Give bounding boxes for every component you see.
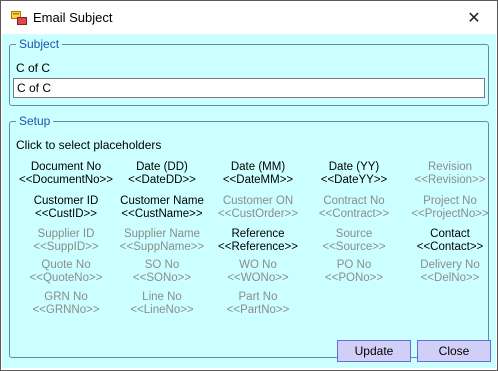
placeholder-customer-name[interactable]: Customer Name <<CustName>> [114, 195, 210, 221]
placeholder-code: <<LineNo>> [130, 304, 194, 316]
placeholder-code: <<SONo>> [132, 272, 192, 284]
placeholder-code: <<CustName>> [121, 208, 203, 220]
placeholder-code: <<Contact>> [416, 241, 484, 253]
placeholder-supplier-id: Supplier ID <<SuppID>> [18, 228, 114, 254]
placeholder-contact[interactable]: Contact <<Contact>> [402, 228, 498, 254]
placeholder-code: <<Source>> [322, 241, 386, 253]
placeholder-code: <<Contract>> [318, 208, 390, 220]
subject-input[interactable] [13, 78, 485, 98]
placeholder-code: <<Reference>> [218, 241, 298, 253]
placeholder-name: Supplier ID [37, 228, 95, 240]
placeholder-po-no: PO No <<PONo>> [306, 259, 402, 285]
placeholder-code: <<DateYY>> [320, 174, 388, 186]
placeholder-name: Date (MM) [230, 161, 286, 173]
placeholder-name: Delivery No [420, 259, 480, 271]
subject-group-legend: Subject [16, 37, 63, 51]
placeholder-code: <<PartNo>> [226, 304, 290, 316]
placeholder-part-no: Part No <<PartNo>> [210, 291, 306, 317]
placeholder-name: Document No [30, 161, 102, 173]
placeholder-grn-no: GRN No <<GRNNo>> [18, 291, 114, 317]
placeholder-date-dd[interactable]: Date (DD) <<DateDD>> [114, 161, 210, 187]
placeholder-name: Line No [142, 291, 182, 303]
placeholder-document-no[interactable]: Document No <<DocumentNo>> [18, 161, 114, 187]
placeholder-name: Contact [430, 228, 470, 240]
subject-preview-label: C of C [16, 61, 51, 75]
placeholder-source: Source <<Source>> [306, 228, 402, 254]
placeholder-name: Date (DD) [136, 161, 188, 173]
close-button[interactable]: Close [417, 340, 491, 362]
dialog-client-area: Subject C of C Setup Click to select pla… [2, 34, 496, 368]
placeholder-code: <<CustID>> [34, 208, 97, 220]
placeholder-name: SO No [144, 259, 180, 271]
placeholder-code: <<Revision>> [414, 174, 486, 186]
placeholder-code: <<WONo>> [227, 272, 289, 284]
placeholder-project-no: Project No <<ProjectNo>> [402, 195, 498, 221]
placeholder-name: Revision [427, 161, 473, 173]
setup-group: Setup Click to select placeholders Docum… [9, 114, 490, 359]
placeholder-code: <<DateDD>> [128, 174, 196, 186]
placeholder-name: GRN No [44, 291, 88, 303]
update-button[interactable]: Update [337, 340, 411, 362]
placeholder-wo-no: WO No <<WONo>> [210, 259, 306, 285]
placeholder-code: <<CustOrder>> [218, 208, 298, 220]
placeholder-quote-no: Quote No <<QuoteNo>> [18, 259, 114, 285]
placeholder-so-no: SO No <<SONo>> [114, 259, 210, 285]
placeholder-code: <<DateMM>> [222, 174, 294, 186]
placeholder-revision: Revision <<Revision>> [402, 161, 498, 187]
placeholder-customer-on: Customer ON <<CustOrder>> [210, 195, 306, 221]
placeholder-code: <<QuoteNo>> [29, 272, 103, 284]
placeholder-date-yy[interactable]: Date (YY) <<DateYY>> [306, 161, 402, 187]
placeholder-date-mm[interactable]: Date (MM) <<DateMM>> [210, 161, 306, 187]
placeholder-code: <<PONo>> [324, 272, 384, 284]
placeholder-line-no: Line No <<LineNo>> [114, 291, 210, 317]
placeholder-code: <<DelNo>> [420, 272, 480, 284]
app-window-icon [11, 11, 27, 25]
placeholder-name: Customer ON [222, 195, 294, 207]
placeholder-name: Customer Name [120, 195, 204, 207]
placeholder-name: Source [335, 228, 373, 240]
placeholder-name: Project No [423, 195, 477, 207]
title-bar[interactable]: Email Subject ✕ [1, 1, 497, 34]
subject-group: Subject C of C [9, 37, 489, 106]
placeholder-code: <<GRNNo>> [32, 304, 100, 316]
placeholder-code: <<SuppID>> [33, 241, 99, 253]
placeholder-name: Reference [231, 228, 285, 240]
placeholder-name: Part No [238, 291, 278, 303]
placeholder-grid: Document No <<DocumentNo>> Date (DD) <<Date… [10, 122, 490, 359]
placeholder-name: Quote No [41, 259, 91, 271]
placeholder-contract-no: Contract No <<Contract>> [306, 195, 402, 221]
window-title: Email Subject [33, 10, 113, 25]
placeholder-name: Supplier Name [123, 228, 201, 240]
placeholder-name: PO No [336, 259, 372, 271]
email-subject-dialog: Email Subject ✕ Subject C of C Setup Cli… [0, 0, 498, 371]
placeholder-delivery-no: Delivery No <<DelNo>> [402, 259, 498, 285]
close-icon[interactable]: ✕ [451, 1, 497, 34]
placeholder-reference[interactable]: Reference <<Reference>> [210, 228, 306, 254]
placeholder-name: Contract No [323, 195, 385, 207]
placeholder-name: Customer ID [33, 195, 99, 207]
placeholder-name: Date (YY) [328, 161, 380, 173]
placeholder-code: <<SuppName>> [119, 241, 205, 253]
placeholder-code: <<DocumentNo>> [19, 174, 113, 186]
placeholder-supplier-name: Supplier Name <<SuppName>> [114, 228, 210, 254]
placeholder-customer-id[interactable]: Customer ID <<CustID>> [18, 195, 114, 221]
placeholder-name: WO No [239, 259, 277, 271]
placeholder-code: <<ProjectNo>> [411, 208, 489, 220]
